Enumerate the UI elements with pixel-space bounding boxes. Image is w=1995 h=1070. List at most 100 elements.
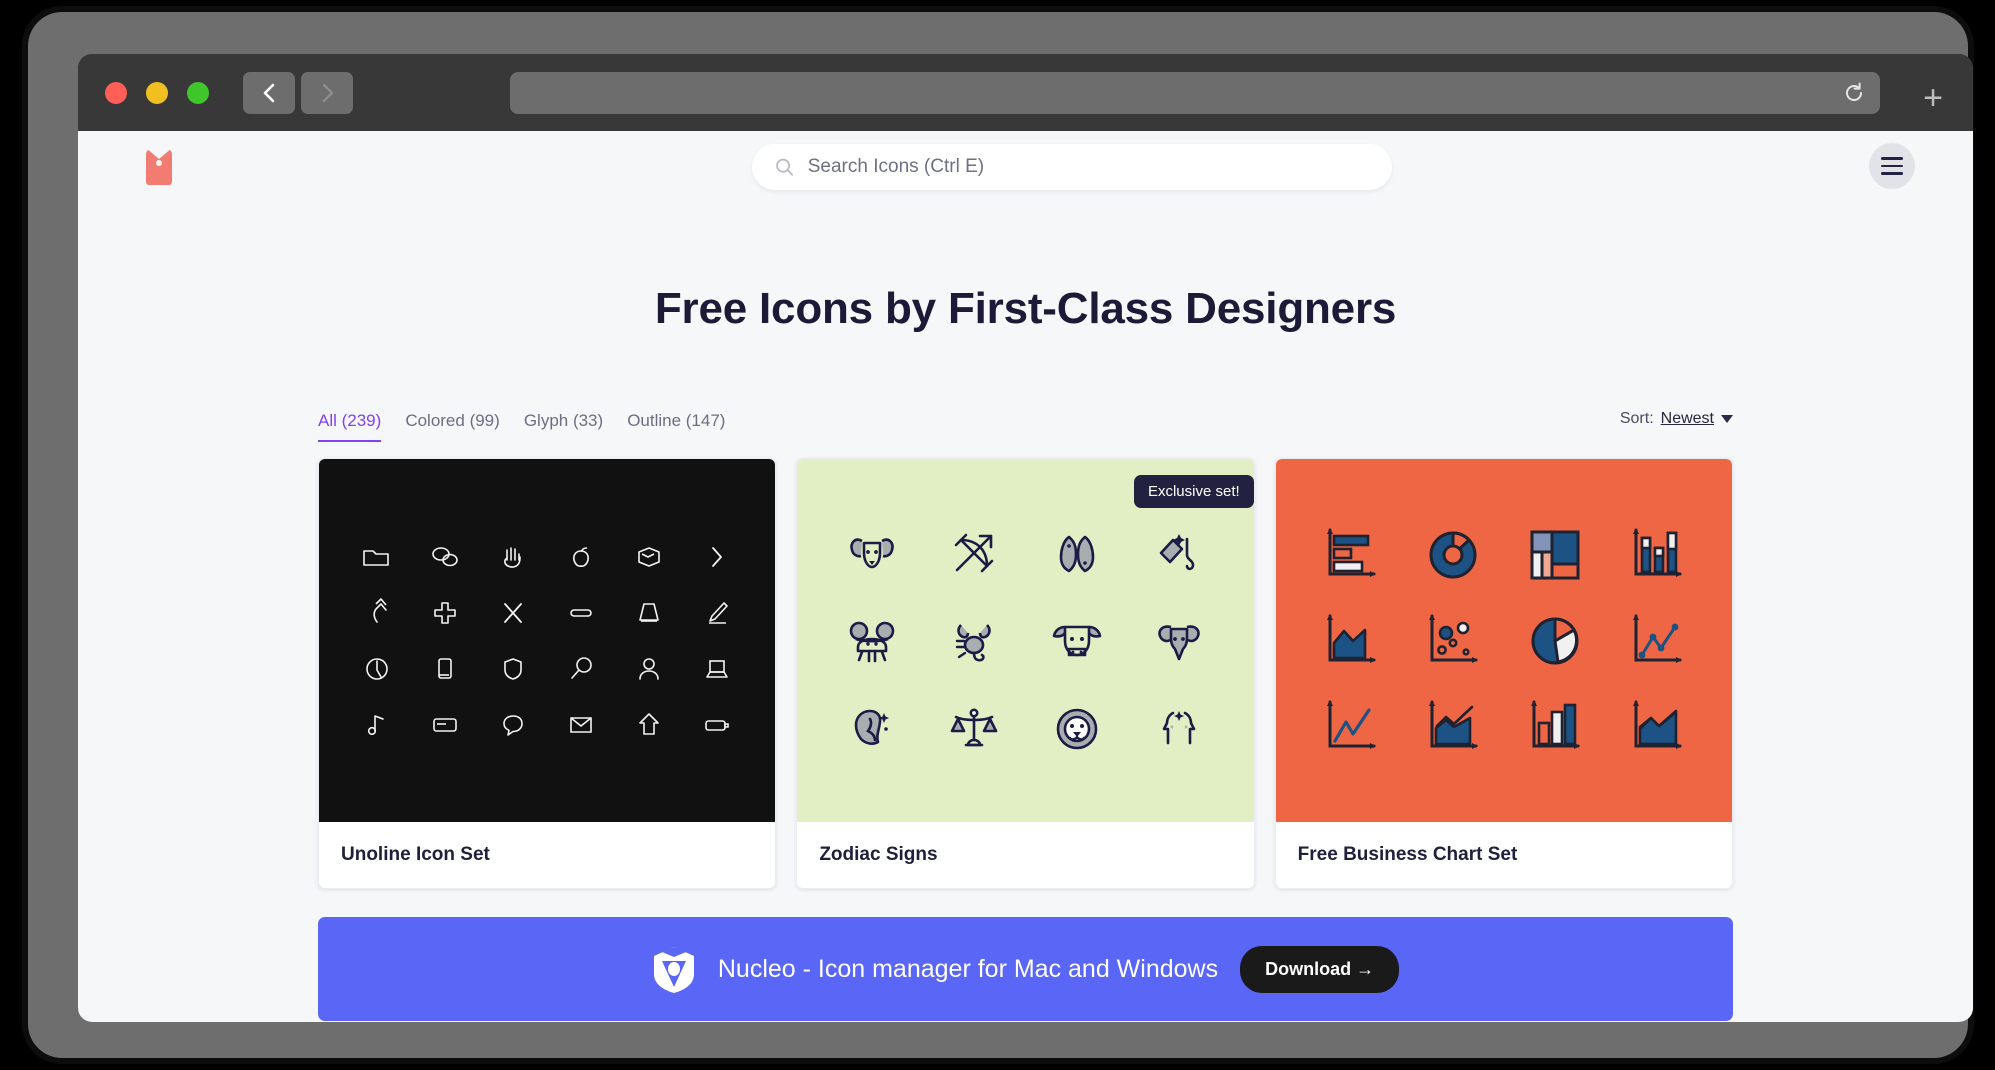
plus-icon — [434, 601, 456, 624]
cancer-crab-icon — [850, 621, 895, 662]
horizontal-bar-chart-icon — [1326, 527, 1376, 577]
credit-card-icon — [433, 717, 457, 732]
gemini-twins-icon — [1162, 710, 1195, 744]
treemap-chart-icon — [1530, 530, 1580, 579]
shield-icon — [504, 657, 522, 680]
leo-lion-icon — [1056, 708, 1097, 749]
box-3d-icon — [638, 546, 661, 567]
reload-button[interactable] — [1842, 81, 1866, 110]
tab-outline[interactable]: Outline (147) — [627, 411, 725, 440]
window-frame: + Search Icons (Ctrl E) Free Icons by Fi… — [28, 12, 1973, 1058]
tab-colored[interactable]: Colored (99) — [405, 411, 500, 440]
chevron-right-icon — [712, 546, 723, 567]
tab-all[interactable]: All (239) — [318, 411, 382, 442]
line-chart-icon — [1326, 699, 1376, 749]
hand-wave-icon — [504, 546, 521, 568]
menu-button[interactable] — [1869, 143, 1915, 189]
search-bar[interactable] — [752, 144, 1392, 190]
search-input[interactable] — [807, 156, 1370, 178]
sort-control[interactable]: Sort: Newest — [1620, 410, 1733, 428]
chevron-right-icon — [322, 83, 333, 103]
pie-chart-icon — [1531, 617, 1579, 664]
user-icon — [639, 657, 660, 680]
card-unoline-icon-set[interactable]: Unoline Icon Set — [318, 458, 777, 889]
page-content: Free Icons by First-Class Designers All … — [78, 131, 1973, 1022]
forward-button[interactable] — [301, 72, 353, 114]
area-chart-alt-icon — [1632, 699, 1682, 749]
line-chart-points-icon — [1632, 613, 1682, 663]
sort-label: Sort: — [1619, 410, 1654, 427]
card-preview — [319, 459, 776, 822]
pisces-fish-icon — [1059, 535, 1094, 572]
desktop-background: + Search Icons (Ctrl E) Free Icons by Fi… — [0, 0, 1995, 1070]
download-button[interactable]: Download → — [1240, 945, 1400, 993]
tag-icon — [146, 149, 172, 185]
url-address-bar[interactable] — [510, 72, 1880, 114]
promo-banner[interactable]: Nucleo - Icon manager for Mac and Window… — [318, 917, 1733, 1021]
libra-scales-icon — [951, 708, 998, 746]
scorpio-scorpion-icon — [956, 623, 992, 662]
page-title: Free Icons by First-Class Designers — [654, 284, 1397, 333]
folder-icon — [363, 549, 389, 566]
icon-set-cards: Unoline Icon Set Exclusive set! Zodiac S… — [318, 458, 1733, 889]
nucleo-shield-logo-icon — [653, 947, 694, 993]
battery-icon — [705, 719, 730, 731]
sagittarius-bow-icon — [955, 533, 994, 572]
apple-icon — [573, 546, 590, 567]
card-free-business-chart-set[interactable]: Free Business Chart Set — [1274, 458, 1733, 889]
hamburger-line — [1881, 164, 1903, 168]
music-note-icon — [367, 714, 384, 735]
chat-bubbles-icon — [432, 546, 458, 566]
maximize-window-button[interactable] — [187, 82, 209, 104]
site-header — [78, 131, 1973, 216]
area-line-chart-icon — [1428, 699, 1478, 749]
search-icon — [776, 158, 794, 176]
bubble-chart-icon — [1428, 613, 1478, 663]
close-window-button[interactable] — [105, 82, 127, 104]
card-preview — [1275, 459, 1732, 822]
area-chart-icon — [1326, 613, 1376, 663]
site-logo[interactable] — [146, 149, 172, 185]
card-preview: Exclusive set! — [797, 459, 1254, 822]
card-zodiac-signs[interactable]: Exclusive set! Zodiac Signs — [796, 458, 1255, 889]
hamburger-line — [1881, 157, 1903, 160]
minimize-window-button[interactable] — [146, 82, 168, 104]
pencil-icon — [709, 601, 729, 624]
capricorn-goat-icon — [1157, 624, 1200, 660]
aquarius-jug-icon — [1159, 533, 1194, 570]
taurus-bull-icon — [1052, 625, 1101, 656]
browser-chrome: + — [78, 54, 1973, 131]
aries-ram-icon — [850, 537, 895, 568]
speech-bubble-icon — [503, 714, 523, 736]
traffic-lights — [105, 82, 209, 104]
donut-chart-icon — [1429, 531, 1477, 578]
phone-icon — [438, 657, 452, 679]
category-tabs: All (239) Colored (99) Glyph (33) Outlin… — [318, 411, 725, 442]
reload-icon — [1846, 82, 1862, 101]
lampshade-icon — [639, 602, 660, 622]
card-title: Unoline Icon Set — [341, 844, 490, 865]
scissors-x-icon — [504, 602, 523, 623]
chevron-left-icon — [263, 83, 274, 103]
virgo-maiden-icon — [855, 709, 890, 745]
new-tab-button[interactable]: + — [1911, 76, 1955, 120]
exclusive-badge: Exclusive set! — [1133, 475, 1254, 508]
browser-window: + Search Icons (Ctrl E) Free Icons by Fi… — [78, 54, 1973, 1022]
card-title: Zodiac Signs — [819, 844, 938, 865]
sort-value[interactable]: Newest — [1661, 410, 1714, 428]
home-arrow-icon — [639, 712, 660, 735]
candlestick-chart-icon — [1632, 527, 1682, 577]
tab-glyph[interactable]: Glyph (33) — [524, 411, 603, 440]
envelope-icon — [570, 716, 592, 733]
navigation-buttons — [243, 72, 353, 114]
column-chart-icon — [1530, 699, 1580, 749]
filter-row: All (239) Colored (99) Glyph (33) Outlin… — [318, 408, 1733, 444]
banner-text: Nucleo - Icon manager for Mac and Window… — [717, 954, 1219, 983]
chevron-down-icon — [1721, 415, 1733, 423]
minus-pill-icon — [570, 608, 592, 617]
back-button[interactable] — [243, 72, 295, 114]
clock-icon — [366, 657, 388, 680]
arrow-up-curved-icon — [373, 597, 387, 623]
magnifier-icon — [571, 656, 592, 679]
laptop-icon — [706, 659, 729, 678]
